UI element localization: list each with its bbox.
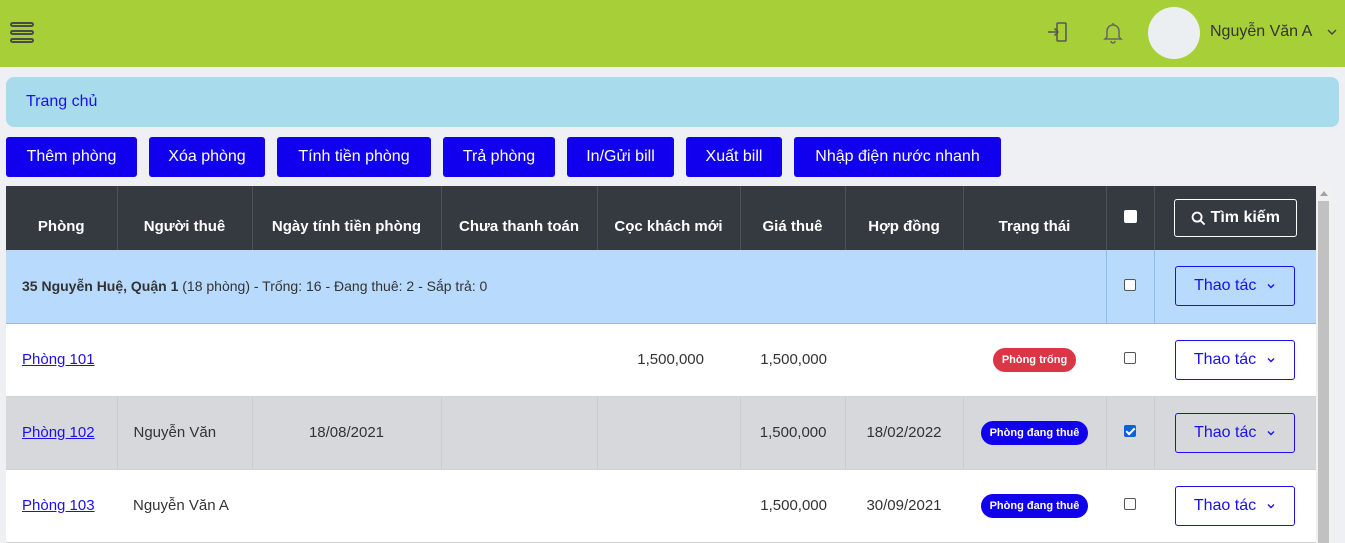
tenant-cell bbox=[117, 323, 252, 397]
header-deposit[interactable]: Cọc khách mới bbox=[597, 186, 741, 250]
building-stats: (18 phòng) - Trống: 16 - Đang thuê: 2 - … bbox=[178, 278, 488, 295]
header-search: Tìm kiếm bbox=[1154, 186, 1316, 250]
header-tenant[interactable]: Người thuê bbox=[117, 186, 253, 250]
search-label: Tìm kiếm bbox=[1210, 209, 1280, 226]
billing-date-cell bbox=[252, 469, 441, 543]
calc-rent-button[interactable]: Tính tiền phòng bbox=[277, 137, 431, 177]
billing-date-cell bbox=[252, 323, 441, 397]
price-cell: 1,500,000 bbox=[740, 469, 845, 543]
deposit-cell bbox=[597, 396, 741, 470]
chevron-down-icon bbox=[1267, 284, 1275, 289]
header-room[interactable]: Phòng bbox=[6, 186, 118, 250]
status-badge: Phòng đang thuê bbox=[980, 493, 1089, 518]
room-link[interactable]: Phòng 102 bbox=[6, 424, 95, 441]
price-cell: 1,500,000 bbox=[740, 396, 846, 470]
table-header-row: Phòng Người thuê Ngày tính tiền phòng Ch… bbox=[6, 186, 1316, 250]
header-price[interactable]: Giá thuê bbox=[740, 186, 846, 250]
group-checkbox[interactable] bbox=[1124, 278, 1136, 291]
contract-cell: 18/02/2022 bbox=[845, 396, 964, 470]
bell-icon[interactable] bbox=[1101, 20, 1125, 44]
contract-cell: 30/09/2021 bbox=[845, 469, 963, 543]
tenant-cell: Nguyễn Văn bbox=[117, 396, 253, 470]
building-address: 35 Nguyễn Huệ, Quận 1 bbox=[22, 278, 179, 295]
scrollbar-thumb[interactable] bbox=[1318, 201, 1329, 543]
chevron-down-icon bbox=[1267, 503, 1275, 508]
user-name[interactable]: Nguyễn Văn A bbox=[1210, 23, 1312, 41]
status-badge: Phòng trống bbox=[992, 347, 1077, 372]
building-group-row: 35 Nguyễn Huệ, Quận 1 (18 phòng) - Trống… bbox=[6, 250, 1316, 324]
breadcrumb-home-link[interactable]: Trang chủ bbox=[26, 93, 97, 111]
deposit-cell bbox=[597, 469, 740, 543]
table-row: Phòng 101 1,500,000 1,500,000 Phòng trốn… bbox=[6, 323, 1316, 397]
group-checkbox-cell bbox=[1106, 250, 1155, 324]
row-checkbox[interactable] bbox=[1124, 425, 1136, 437]
chevron-down-icon bbox=[1267, 430, 1275, 435]
contract-cell bbox=[845, 323, 963, 397]
table-scrollbar[interactable] bbox=[1316, 186, 1331, 543]
row-actions-dropdown[interactable]: Thao tác bbox=[1175, 485, 1295, 526]
building-summary: 35 Nguyễn Huệ, Quận 1 (18 phòng) - Trống… bbox=[6, 250, 1107, 324]
header-status[interactable]: Trạng thái bbox=[963, 186, 1107, 250]
rooms-table-container: Phòng Người thuê Ngày tính tiền phòng Ch… bbox=[6, 186, 1316, 543]
row-actions-dropdown[interactable]: Thao tác bbox=[1175, 339, 1295, 380]
group-action-cell: Thao tác bbox=[1154, 250, 1316, 324]
header-select-all bbox=[1106, 186, 1155, 250]
table-row: Phòng 102 Nguyễn Văn 18/08/2021 1,500,00… bbox=[6, 396, 1316, 470]
menu-icon[interactable] bbox=[10, 22, 34, 44]
avatar[interactable] bbox=[1148, 7, 1200, 59]
status-badge: Phòng đang thuê bbox=[980, 420, 1089, 445]
row-checkbox[interactable] bbox=[1124, 352, 1136, 364]
export-bill-button[interactable]: Xuất bill bbox=[686, 137, 782, 177]
add-room-button[interactable]: Thêm phòng bbox=[6, 137, 137, 177]
table-row: Phòng 103 Nguyễn Văn A 1,500,000 30/09/2… bbox=[6, 469, 1316, 543]
row-actions-label: Thao tác bbox=[1194, 423, 1257, 441]
unpaid-cell bbox=[441, 469, 597, 543]
scroll-up-arrow-icon[interactable] bbox=[1320, 191, 1328, 196]
breadcrumb: Trang chủ bbox=[6, 77, 1339, 127]
row-actions-label: Thao tác bbox=[1193, 350, 1257, 368]
logout-icon[interactable] bbox=[1046, 20, 1070, 44]
chevron-down-icon bbox=[1267, 357, 1275, 362]
header-contract[interactable]: Hợp đồng bbox=[845, 186, 964, 250]
print-send-bill-button[interactable]: In/Gửi bill bbox=[567, 137, 674, 177]
search-button[interactable]: Tìm kiếm bbox=[1173, 199, 1297, 237]
group-actions-label: Thao tác bbox=[1194, 277, 1257, 295]
select-all-checkbox[interactable] bbox=[1123, 209, 1137, 223]
room-link[interactable]: Phòng 103 bbox=[6, 497, 95, 514]
group-actions-dropdown[interactable]: Thao tác bbox=[1175, 266, 1296, 307]
row-checkbox[interactable] bbox=[1124, 498, 1136, 510]
quick-utility-input-button[interactable]: Nhập điện nước nhanh bbox=[794, 137, 1001, 177]
billing-date-cell: 18/08/2021 bbox=[252, 396, 442, 470]
deposit-cell: 1,500,000 bbox=[597, 323, 740, 397]
unpaid-cell bbox=[441, 396, 598, 470]
search-icon bbox=[1191, 211, 1205, 225]
return-room-button[interactable]: Trả phòng bbox=[443, 137, 555, 177]
row-actions-dropdown[interactable]: Thao tác bbox=[1175, 412, 1296, 453]
header-billing-date[interactable]: Ngày tính tiền phòng bbox=[252, 186, 442, 250]
rooms-table: Phòng Người thuê Ngày tính tiền phòng Ch… bbox=[6, 186, 1316, 543]
row-actions-label: Thao tác bbox=[1193, 496, 1257, 514]
room-link[interactable]: Phòng 101 bbox=[6, 351, 95, 368]
delete-room-button[interactable]: Xóa phòng bbox=[149, 137, 265, 177]
header-unpaid[interactable]: Chưa thanh toán bbox=[441, 186, 598, 250]
unpaid-cell bbox=[441, 323, 597, 397]
tenant-cell: Nguyễn Văn A bbox=[117, 469, 252, 543]
top-navbar: Nguyễn Văn A bbox=[0, 0, 1345, 67]
chevron-down-icon[interactable] bbox=[1326, 26, 1338, 38]
price-cell: 1,500,000 bbox=[740, 323, 845, 397]
